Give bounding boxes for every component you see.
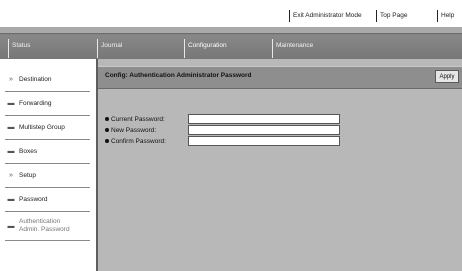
sidebar-item-auth-admin-password[interactable]: ▬ Authentication Admin. Password [5, 212, 90, 241]
folder-tab-icon: ▬ [7, 222, 15, 230]
folder-tab-icon: ▬ [7, 124, 15, 131]
sidebar: » Destination ▬ Forwarding ▬ Multistep G… [0, 59, 98, 271]
main-panel: Config: Authentication Administrator Pas… [98, 59, 462, 271]
sidebar-item-boxes[interactable]: ▬ Boxes [5, 140, 90, 164]
page-title: Config: Authentication Administrator Pas… [105, 72, 252, 79]
current-password-row: Current Password: [105, 114, 191, 124]
bullet-icon [105, 117, 109, 121]
double-chevron-right-icon: » [9, 172, 13, 179]
page-header: Config: Authentication Administrator Pas… [98, 66, 462, 89]
main-nav-bar: Status Journal Configuration Maintenance [0, 27, 462, 59]
apply-button[interactable]: Apply [435, 70, 459, 83]
folder-tab-icon: ▬ [7, 196, 15, 203]
sidebar-item-destination[interactable]: » Destination [5, 68, 90, 92]
current-password-input[interactable] [188, 114, 340, 124]
double-chevron-right-icon: » [9, 76, 13, 83]
bullet-icon [105, 139, 109, 143]
sidebar-item-label: Password [19, 196, 48, 203]
help-link[interactable]: Help [437, 10, 454, 22]
top-page-link[interactable]: Top Page [376, 10, 407, 22]
sidebar-item-password[interactable]: ▬ Password [5, 188, 90, 212]
sidebar-item-label: Forwarding [19, 100, 52, 107]
tab-status[interactable]: Status [8, 39, 30, 58]
nav-top-band [0, 27, 462, 34]
tab-configuration[interactable]: Configuration [184, 39, 227, 58]
new-password-row: New Password: [105, 125, 191, 135]
tab-maintenance[interactable]: Maintenance [272, 39, 313, 58]
folder-tab-icon: ▬ [7, 148, 15, 155]
sidebar-item-label: Destination [19, 76, 52, 83]
sidebar-item-setup[interactable]: » Setup [5, 164, 90, 188]
current-password-label: Current Password: [111, 115, 165, 123]
folder-tab-icon: ▬ [7, 100, 15, 107]
sidebar-item-label: Multistep Group [19, 124, 65, 131]
sidebar-item-label: Boxes [19, 148, 38, 155]
top-link-bar: Exit Administrator Mode Top Page Help [0, 0, 462, 27]
confirm-password-label: Confirm Password: [111, 137, 166, 145]
sidebar-item-label: Authentication Admin. Password [19, 218, 70, 233]
new-password-input[interactable] [188, 125, 340, 135]
confirm-password-input[interactable] [188, 136, 340, 146]
sidebar-item-label: Setup [19, 172, 36, 179]
confirm-password-row: Confirm Password: [105, 136, 191, 146]
bullet-icon [105, 128, 109, 132]
sidebar-item-forwarding[interactable]: ▬ Forwarding [5, 92, 90, 116]
exit-admin-mode-link[interactable]: Exit Administrator Mode [289, 10, 362, 22]
new-password-label: New Password: [111, 126, 157, 134]
tab-journal[interactable]: Journal [97, 39, 122, 58]
sidebar-item-multistep-group[interactable]: ▬ Multistep Group [5, 116, 90, 140]
